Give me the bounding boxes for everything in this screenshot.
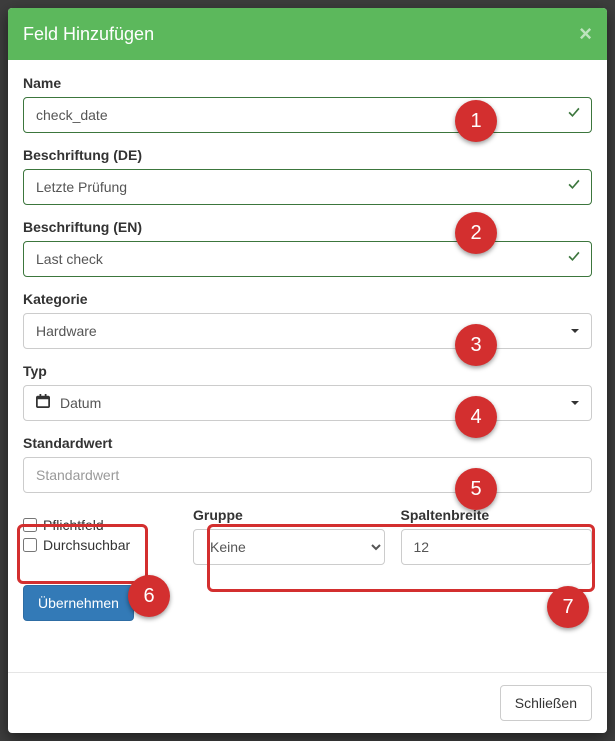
chevron-down-icon xyxy=(571,401,579,405)
calendar-icon xyxy=(36,393,50,413)
category-value: Hardware xyxy=(36,321,97,341)
type-value: Datum xyxy=(60,393,101,413)
searchable-label: Durchsuchbar xyxy=(43,537,130,553)
required-label: Pflichtfeld xyxy=(43,517,104,533)
modal-header: Feld Hinzufügen × xyxy=(8,8,607,60)
category-dropdown[interactable]: Hardware xyxy=(23,313,592,349)
default-input[interactable] xyxy=(23,457,592,493)
label-de-input[interactable] xyxy=(23,169,592,205)
required-checkbox[interactable] xyxy=(23,518,37,532)
colwidth-input[interactable] xyxy=(401,529,593,565)
modal-footer: Schließen xyxy=(8,672,607,733)
category-label: Kategorie xyxy=(23,291,592,307)
name-label: Name xyxy=(23,75,592,91)
group-label: Gruppe xyxy=(193,507,385,523)
add-field-modal: Feld Hinzufügen × Name Beschriftung (DE) xyxy=(8,8,607,733)
type-dropdown[interactable]: Datum xyxy=(23,385,592,421)
colwidth-label: Spaltenbreite xyxy=(401,507,593,523)
searchable-checkbox[interactable] xyxy=(23,538,37,552)
name-input[interactable] xyxy=(23,97,592,133)
label-en-input[interactable] xyxy=(23,241,592,277)
label-de-label: Beschriftung (DE) xyxy=(23,147,592,163)
close-icon[interactable]: × xyxy=(579,23,592,45)
modal-title: Feld Hinzufügen xyxy=(23,24,154,45)
submit-button[interactable]: Übernehmen xyxy=(23,585,134,621)
group-select[interactable]: Keine xyxy=(193,529,385,565)
close-button[interactable]: Schließen xyxy=(500,685,592,721)
label-en-label: Beschriftung (EN) xyxy=(23,219,592,235)
type-label: Typ xyxy=(23,363,592,379)
default-label: Standardwert xyxy=(23,435,592,451)
chevron-down-icon xyxy=(571,329,579,333)
modal-body: Name Beschriftung (DE) Beschriftung (EN) xyxy=(8,60,607,672)
